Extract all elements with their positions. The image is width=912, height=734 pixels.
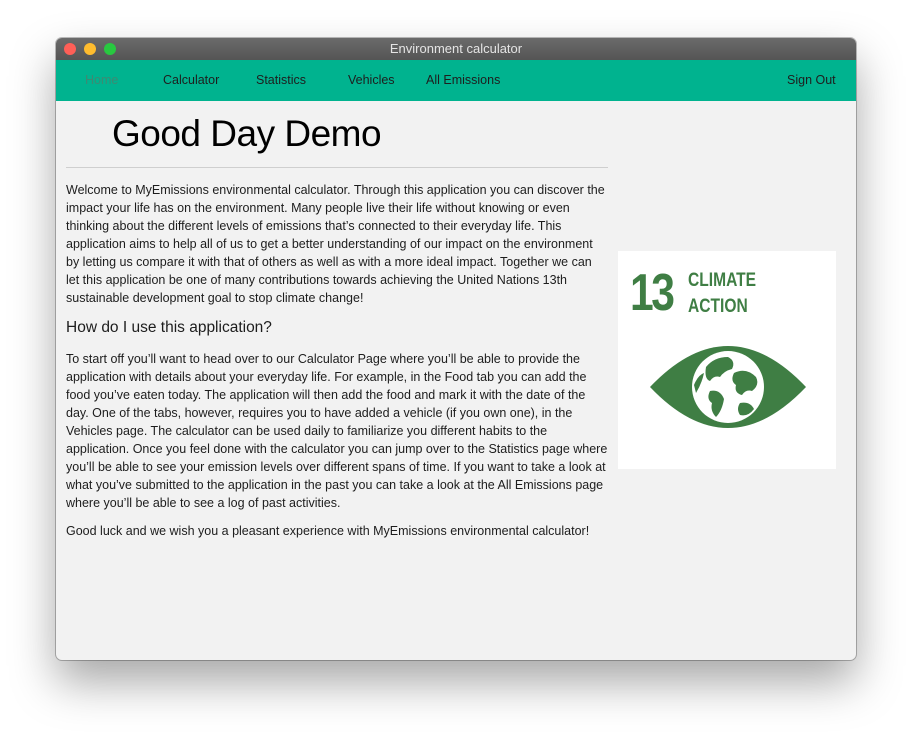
sdg-title-line1: CLIMATE	[688, 270, 757, 291]
intro-paragraph: Welcome to MyEmissions environmental cal…	[66, 183, 605, 305]
how-to-paragraph: To start off you’ll want to head over to…	[66, 352, 608, 510]
home-content: Good Day Demo Welcome to MyEmissions env…	[56, 101, 856, 660]
app-window: Environment calculator Home Calculator S…	[56, 38, 856, 660]
eye-globe-icon	[650, 346, 806, 428]
sdg-title: CLIMATE ACTION	[688, 268, 756, 320]
nav-item-vehicles[interactable]: Vehicles	[348, 60, 395, 101]
desktop: Environment calculator Home Calculator S…	[0, 0, 912, 734]
nav-item-all-emissions[interactable]: All Emissions	[426, 60, 500, 101]
sdg-title-line2: ACTION	[688, 296, 748, 317]
greeting-title: Good Day Demo	[112, 113, 382, 154]
nav-item-calculator[interactable]: Calculator	[163, 60, 219, 101]
nav-item-statistics[interactable]: Statistics	[256, 60, 306, 101]
divider	[66, 167, 608, 168]
how-to-heading: How do I use this application?	[66, 319, 272, 336]
nav-item-home[interactable]: Home	[85, 60, 118, 101]
closing-paragraph: Good luck and we wish you a pleasant exp…	[66, 524, 590, 538]
window-title: Environment calculator	[389, 41, 523, 56]
title-bar[interactable]: Environment calculator	[56, 38, 856, 61]
sdg-number: 13	[630, 264, 675, 322]
sdg-13-badge: 13 CLIMATE ACTION	[618, 251, 836, 469]
nav-bar: Home Calculator Statistics Vehicles All …	[56, 60, 856, 101]
sign-out-button[interactable]: Sign Out	[787, 60, 836, 101]
